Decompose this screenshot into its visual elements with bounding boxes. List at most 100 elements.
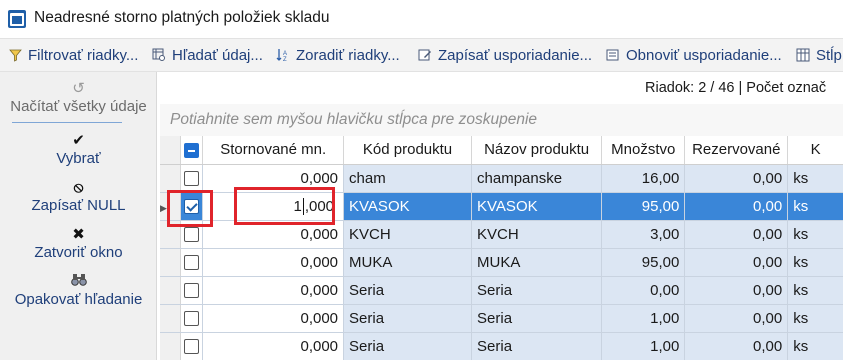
table-row[interactable]: 0,000 cham champanske 16,00 0,00 ks (160, 164, 843, 193)
column-header-kod[interactable]: Kód produktu (343, 136, 473, 165)
cell-mnozstvo[interactable]: 1,00 (601, 304, 686, 333)
cell-kod[interactable]: cham (343, 164, 473, 193)
select-all-header[interactable] (180, 136, 204, 165)
repeat-search-button[interactable]: Opakovať hľadanie (0, 273, 157, 308)
window-title: Neadresné storno platných položiek sklad… (34, 9, 330, 26)
row-checkbox-cell[interactable] (180, 248, 204, 277)
columns-icon (796, 48, 810, 62)
cell-stornovane[interactable]: 0,000 (202, 332, 345, 360)
cell-stornovane[interactable]: 0,000 (202, 276, 345, 305)
save-layout-icon (418, 48, 432, 62)
select-button[interactable]: ✔ Vybrať (0, 132, 157, 167)
row-checkbox-cell[interactable] (180, 276, 204, 305)
column-header-mnozstvo[interactable]: Množstvo (601, 136, 686, 165)
row-info: Riadok: 2 / 46 | Počet označ (645, 80, 827, 96)
cell-rezervovane[interactable]: 0,00 (684, 164, 789, 193)
restore-layout-button[interactable]: Obnoviť usporiadanie... (606, 39, 782, 71)
load-all-data-button[interactable]: ↺ Načítať všetky údaje (0, 80, 157, 115)
row-checkbox[interactable] (183, 255, 199, 271)
columns-button[interactable]: Stĺp (796, 39, 842, 71)
row-checkbox-cell[interactable] (180, 220, 204, 249)
cell-kod[interactable]: KVASOK (343, 192, 473, 221)
stornovane-edit-field[interactable]: 1,000 (208, 193, 338, 220)
cell-jednotka[interactable]: ks (787, 304, 843, 333)
cell-nazov[interactable]: KVCH (471, 220, 603, 249)
cell-rezervovane[interactable]: 0,00 (684, 304, 789, 333)
row-checkbox-checked[interactable] (183, 199, 199, 215)
table-row[interactable]: 0,000 Seria Seria 1,00 0,00 ks (160, 332, 843, 360)
cell-mnozstvo[interactable]: 3,00 (601, 220, 686, 249)
repeat-search-label: Opakovať hľadanie (14, 291, 143, 308)
cell-nazov[interactable]: champanske (471, 164, 603, 193)
svg-text:Z: Z (283, 57, 287, 62)
null-icon: ⦸ (73, 179, 84, 196)
cell-kod[interactable]: Seria (343, 304, 473, 333)
cell-stornovane-editor[interactable]: 1,000 (202, 192, 345, 221)
cell-nazov[interactable]: Seria (471, 332, 603, 360)
row-checkbox[interactable] (183, 171, 199, 187)
group-by-panel[interactable]: Potiahnite sem myšou hlavičku stĺpca pre… (160, 104, 843, 136)
cell-stornovane[interactable]: 0,000 (202, 304, 345, 333)
table-row-selected[interactable]: ▶ 1,000 KVASOK KVASOK 95,00 0,00 ks (160, 192, 843, 221)
cell-stornovane[interactable]: 0,000 (202, 164, 345, 193)
cell-jednotka[interactable]: ks (787, 164, 843, 193)
cell-rezervovane[interactable]: 0,00 (684, 248, 789, 277)
cell-nazov[interactable]: Seria (471, 276, 603, 305)
row-checkbox[interactable] (183, 227, 199, 243)
write-null-button[interactable]: ⦸ Zapísať NULL (0, 179, 157, 214)
table-row[interactable]: 0,000 KVCH KVCH 3,00 0,00 ks (160, 220, 843, 249)
sort-rows-button[interactable]: AZ Zoradiť riadky... (276, 39, 400, 71)
row-checkbox-cell[interactable] (180, 332, 204, 360)
column-header-nazov[interactable]: Názov produktu (471, 136, 603, 165)
cell-jednotka[interactable]: ks (787, 220, 843, 249)
cell-kod[interactable]: MUKA (343, 248, 473, 277)
cell-mnozstvo[interactable]: 16,00 (601, 164, 686, 193)
find-data-button[interactable]: Hľadať údaj... (152, 39, 263, 71)
cell-mnozstvo[interactable]: 1,00 (601, 332, 686, 360)
cell-mnozstvo[interactable]: 95,00 (601, 192, 686, 221)
cell-jednotka[interactable]: ks (787, 332, 843, 360)
column-header-jednotka[interactable]: K (787, 136, 843, 165)
cell-kod[interactable]: Seria (343, 276, 473, 305)
row-checkbox[interactable] (183, 283, 199, 299)
select-all-checkbox[interactable] (183, 142, 199, 158)
row-checkbox-cell[interactable] (180, 192, 204, 221)
cell-rezervovane[interactable]: 0,00 (684, 332, 789, 360)
cell-jednotka[interactable]: ks (787, 192, 843, 221)
close-window-button[interactable]: ✖ Zatvoriť okno (0, 226, 157, 261)
filter-rows-label: Filtrovať riadky... (28, 46, 139, 64)
save-layout-label: Zapísať usporiadanie... (438, 46, 593, 64)
cell-stornovane[interactable]: 0,000 (202, 248, 345, 277)
row-indicator-header (160, 136, 181, 165)
save-layout-button[interactable]: Zapísať usporiadanie... (418, 39, 592, 71)
cell-nazov[interactable]: Seria (471, 304, 603, 333)
cell-stornovane[interactable]: 0,000 (202, 220, 345, 249)
cell-nazov[interactable]: MUKA (471, 248, 603, 277)
cell-nazov[interactable]: KVASOK (471, 192, 603, 221)
table-row[interactable]: 0,000 Seria Seria 0,00 0,00 ks (160, 276, 843, 305)
filter-rows-button[interactable]: Filtrovať riadky... (8, 39, 138, 71)
cell-mnozstvo[interactable]: 95,00 (601, 248, 686, 277)
cell-jednotka[interactable]: ks (787, 276, 843, 305)
column-header-stornovane[interactable]: Stornované mn. (202, 136, 345, 165)
row-checkbox[interactable] (183, 311, 199, 327)
pane-divider (12, 122, 122, 123)
column-header-rezervovane[interactable]: Rezervované (684, 136, 789, 165)
cell-rezervovane[interactable]: 0,00 (684, 276, 789, 305)
cell-kod[interactable]: Seria (343, 332, 473, 360)
sort-icon: AZ (276, 48, 290, 62)
row-indicator (160, 248, 181, 277)
row-checkbox-cell[interactable] (180, 304, 204, 333)
cell-rezervovane[interactable]: 0,00 (684, 192, 789, 221)
checkmark-icon: ✔ (72, 132, 85, 149)
cell-jednotka[interactable]: ks (787, 248, 843, 277)
table-row[interactable]: 0,000 Seria Seria 1,00 0,00 ks (160, 304, 843, 333)
row-checkbox[interactable] (183, 339, 199, 355)
row-checkbox-cell[interactable] (180, 164, 204, 193)
cell-kod[interactable]: KVCH (343, 220, 473, 249)
filter-icon (8, 48, 22, 62)
columns-label: Stĺp (816, 46, 842, 64)
table-row[interactable]: 0,000 MUKA MUKA 95,00 0,00 ks (160, 248, 843, 277)
cell-mnozstvo[interactable]: 0,00 (601, 276, 686, 305)
cell-rezervovane[interactable]: 0,00 (684, 220, 789, 249)
